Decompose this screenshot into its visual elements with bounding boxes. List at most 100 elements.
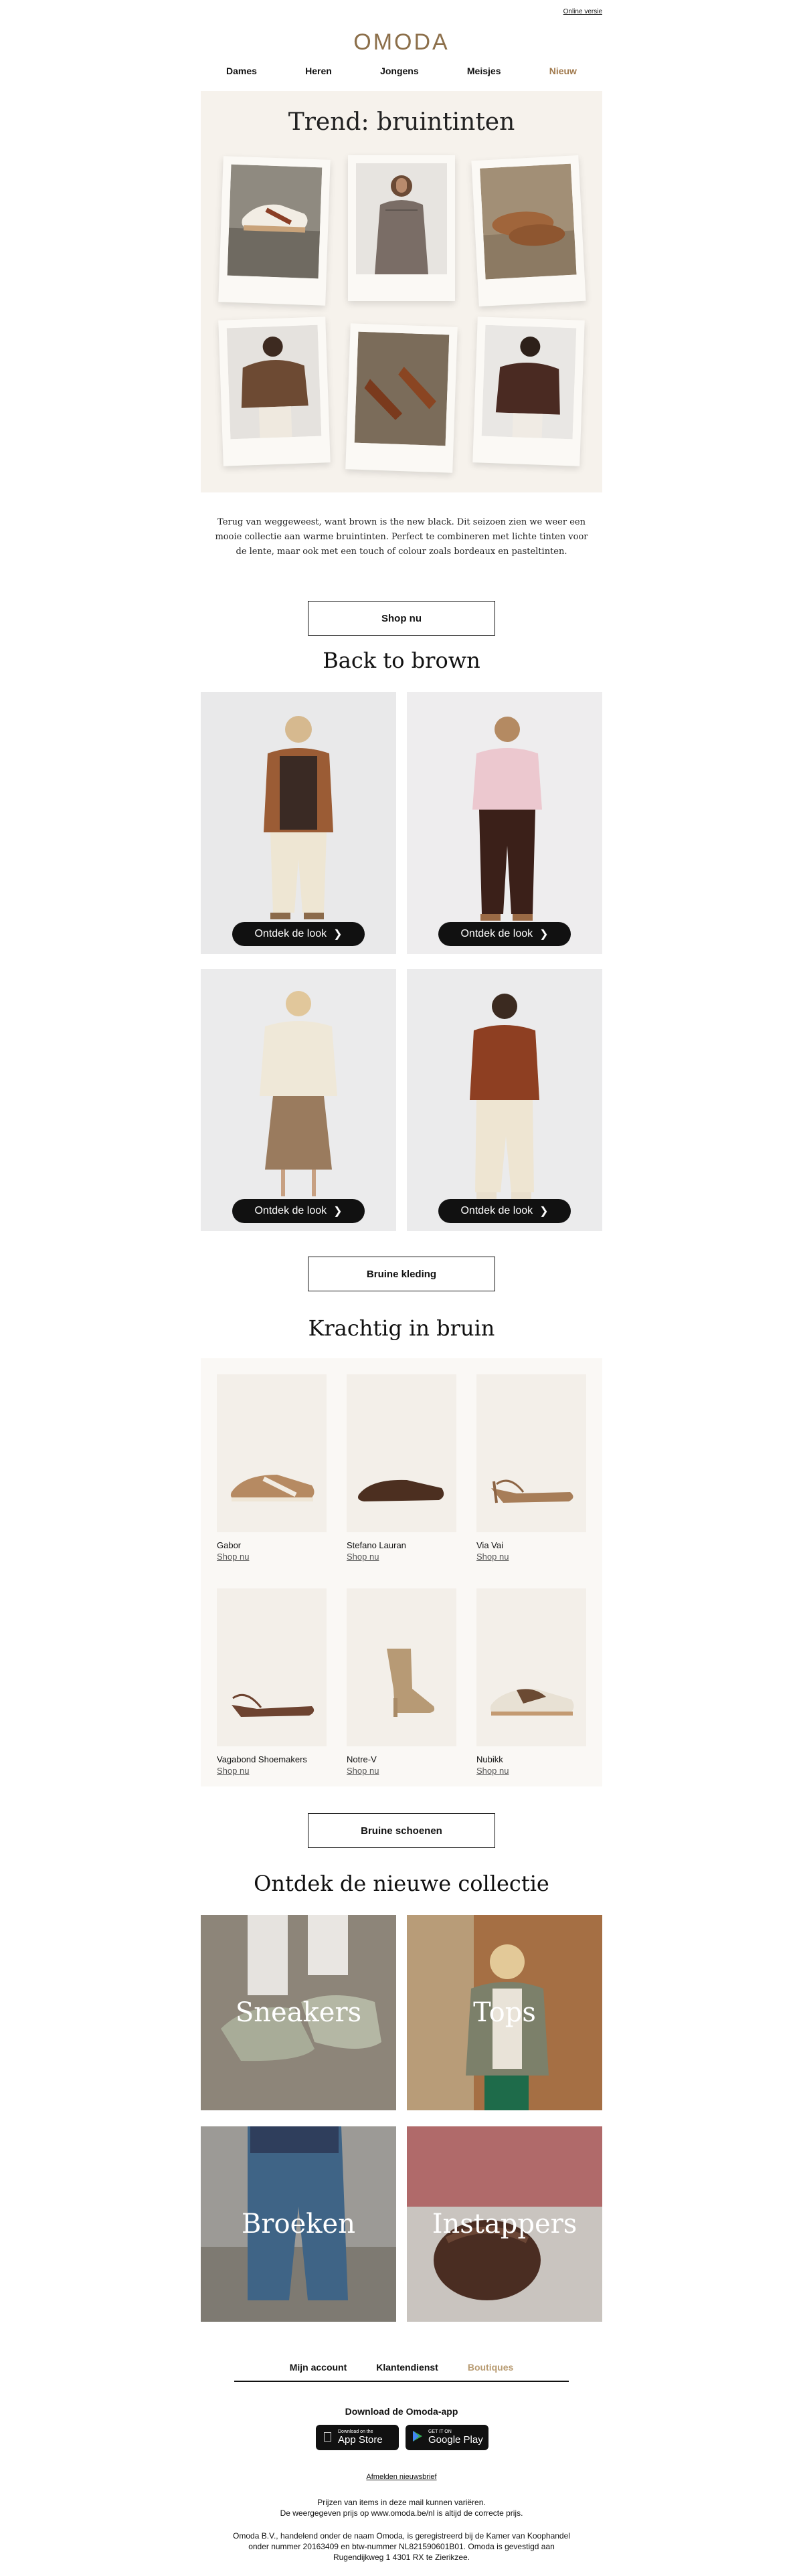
discover-look-label: Ontdek de look [460, 1205, 533, 1216]
look-card-3[interactable]: Ontdek de look ❯ [201, 969, 396, 1231]
look-card-1[interactable]: Ontdek de look ❯ [201, 692, 396, 954]
app-download-title: Download de Omoda-app [345, 2406, 458, 2417]
shop-now-link[interactable]: Shop nu [347, 1766, 456, 1776]
shop-now-link[interactable]: Shop nu [217, 1552, 327, 1562]
shoes-panel: Gabor Shop nu Stefano Lauran Shop nu Via… [201, 1358, 602, 1786]
shop-now-link[interactable]: Shop nu [476, 1552, 586, 1562]
shoe-card-nubikk[interactable]: Nubikk Shop nu [476, 1588, 586, 1776]
slingback-flat-image [232, 1693, 315, 1717]
category-label: Sneakers [235, 1997, 362, 2028]
category-sneakers[interactable]: Sneakers [201, 1915, 396, 2110]
footer-links: Mijn account Klantendienst Boutiques [234, 2362, 569, 2382]
sneaker-image [230, 1475, 315, 1501]
shop-now-link[interactable]: Shop nu [476, 1766, 586, 1776]
shoe-card-gabor[interactable]: Gabor Shop nu [217, 1374, 327, 1562]
look-photo-pink-blouse [407, 692, 602, 954]
heels-photo [354, 331, 450, 446]
polaroid-poncho [218, 316, 331, 466]
discover-look-button-1[interactable]: Ontdek de look ❯ [232, 922, 365, 946]
polaroid-sneaker [218, 156, 331, 306]
category-tops[interactable]: Tops [407, 1915, 602, 2110]
nav-item-dames[interactable]: Dames [226, 66, 257, 76]
category-label: Broeken [242, 2209, 355, 2239]
footer-link-customer-service[interactable]: Klantendienst [376, 2362, 438, 2373]
discover-look-button-2[interactable]: Ontdek de look ❯ [438, 922, 571, 946]
slingback-image [491, 1479, 573, 1503]
shoe-image [217, 1374, 327, 1532]
shoe-image [347, 1374, 456, 1532]
shoe-brand: Stefano Lauran [347, 1540, 406, 1550]
app-store-text: Download on the App Store [338, 2429, 383, 2446]
poncho-photo [226, 325, 322, 440]
shoe-image [347, 1588, 456, 1746]
sneaker-image [490, 1689, 574, 1716]
looks-title: Back to brown [323, 648, 480, 673]
shop-now-link[interactable]: Shop nu [217, 1766, 327, 1776]
polaroid-blouse [348, 155, 455, 301]
brown-clothing-button[interactable]: Bruine kleding [308, 1257, 495, 1291]
polaroid-heels [345, 323, 458, 473]
google-play-big: Google Play [428, 2434, 483, 2446]
look-card-2[interactable]: Ontdek de look ❯ [407, 692, 602, 954]
nav-item-heren[interactable]: Heren [305, 66, 332, 76]
look-photo-suede-jacket [201, 692, 396, 954]
blouse-photo [356, 163, 447, 274]
play-icon [412, 2430, 423, 2446]
brown-shoes-button[interactable]: Bruine schoenen [308, 1813, 495, 1848]
google-play-text: GET IT ON Google Play [428, 2429, 483, 2446]
legal-text: Omoda B.V., handelend onder de naam Omod… [233, 2531, 570, 2562]
discover-look-button-3[interactable]: Ontdek de look ❯ [232, 1199, 365, 1223]
collection-title: Ontdek de nieuwe collectie [254, 1871, 549, 1896]
shoe-brand: Via Vai [476, 1540, 503, 1550]
discover-look-label: Ontdek de look [254, 1205, 327, 1216]
shoe-brand: Vagabond Shoemakers [217, 1754, 307, 1764]
chevron-right-icon: ❯ [539, 1206, 549, 1217]
polaroid-loafer [471, 155, 586, 307]
category-broeken[interactable]: Broeken [201, 2126, 396, 2322]
shop-now-button[interactable]: Shop nu [308, 601, 495, 636]
category-instappers[interactable]: Instappers [407, 2126, 602, 2322]
shoes-title: Krachtig in bruin [308, 1315, 495, 1341]
omoda-logo[interactable]: OMODA [201, 29, 602, 56]
shoe-card-stefano-lauran[interactable]: Stefano Lauran Shop nu [347, 1374, 456, 1562]
shoe-card-via-vai[interactable]: Via Vai Shop nu [476, 1374, 586, 1562]
ankle-boot-image [387, 1649, 435, 1717]
online-version-link[interactable]: Online versie [563, 8, 602, 15]
footer-link-boutiques[interactable]: Boutiques [468, 2362, 513, 2373]
app-store-button[interactable]:  Download on the App Store [316, 2425, 399, 2450]
discover-look-button-4[interactable]: Ontdek de look ❯ [438, 1199, 571, 1223]
chevron-right-icon: ❯ [333, 929, 343, 940]
shoe-brand: Notre-V [347, 1754, 377, 1764]
shop-now-link[interactable]: Shop nu [347, 1552, 456, 1562]
loafer-image [358, 1479, 444, 1501]
category-label: Instappers [432, 2209, 577, 2239]
shoe-card-vagabond[interactable]: Vagabond Shoemakers Shop nu [217, 1588, 327, 1776]
unsubscribe-link[interactable]: Afmelden nieuwsbrief [201, 2473, 602, 2481]
chevron-right-icon: ❯ [333, 1206, 343, 1217]
look-photo-satin-skirt [201, 969, 396, 1231]
footer-link-my-account[interactable]: Mijn account [290, 2362, 347, 2373]
hero-title: Trend: bruintinten [288, 108, 515, 136]
nav-item-jongens[interactable]: Jongens [380, 66, 419, 76]
chevron-right-icon: ❯ [539, 929, 549, 940]
intro-text: Terug van weggeweest, want brown is the … [215, 517, 588, 557]
category-label: Tops [473, 1997, 536, 2028]
sneaker-photo [227, 164, 323, 279]
hero-banner[interactable]: Trend: bruintinten [201, 91, 602, 492]
prices-note-2: De weergegeven prijs op www.omoda.be/nl … [280, 2508, 523, 2518]
shoe-brand: Nubikk [476, 1754, 503, 1764]
google-play-button[interactable]: GET IT ON Google Play [406, 2425, 488, 2450]
sweater-photo [481, 325, 577, 440]
shoe-brand: Gabor [217, 1540, 242, 1550]
discover-look-label: Ontdek de look [460, 928, 533, 939]
shoe-card-notre-v[interactable]: Notre-V Shop nu [347, 1588, 456, 1776]
nav-item-nieuw[interactable]: Nieuw [549, 66, 577, 76]
nav-item-meisjes[interactable]: Meisjes [467, 66, 501, 76]
polaroid-sweater [472, 316, 585, 466]
look-card-4[interactable]: Ontdek de look ❯ [407, 969, 602, 1231]
main-nav: Dames Heren Jongens Meisjes Nieuw [201, 66, 602, 76]
shoe-image [217, 1588, 327, 1746]
prices-note-1: Prijzen van items in deze mail kunnen va… [317, 2498, 486, 2507]
look-photo-rust-cardigan [407, 969, 602, 1231]
app-store-big: App Store [328, 2434, 383, 2446]
